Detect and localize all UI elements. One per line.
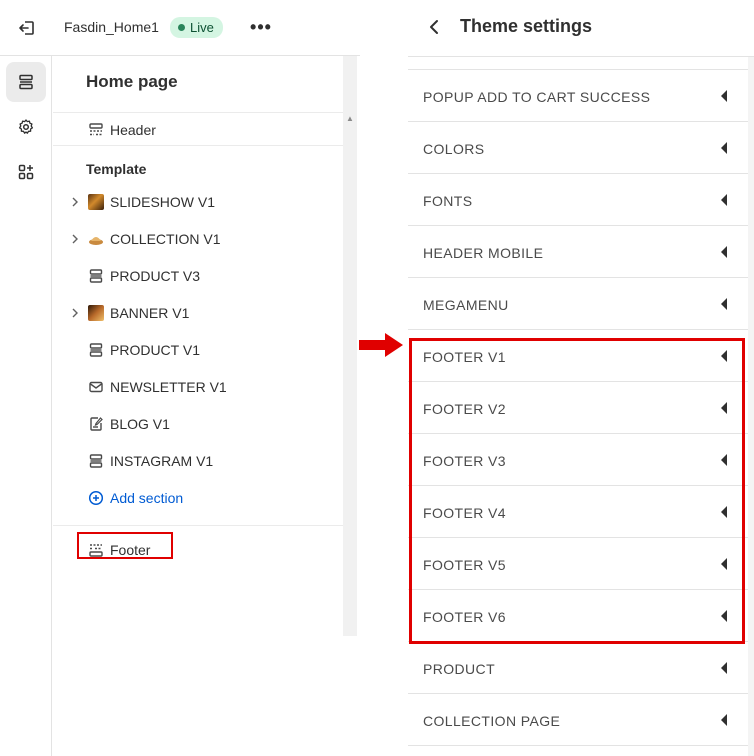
settings-item-product[interactable]: PRODUCT [408, 642, 748, 694]
chevron-right-icon[interactable] [70, 232, 80, 246]
scroll-up-icon[interactable]: ▲ [346, 114, 354, 123]
live-dot-icon [178, 24, 185, 31]
settings-item-label: POPUP ADD TO CART SUCCESS [423, 89, 651, 105]
caret-left-icon[interactable] [720, 245, 728, 259]
settings-item-label: COLLECTION PAGE [423, 713, 561, 729]
section-label: NEWSLETTER V1 [110, 379, 227, 395]
section-item-blog[interactable]: BLOG V1 [53, 407, 343, 441]
theme-editor: Fasdin_Home1 Live ••• Home page Header T… [0, 0, 360, 756]
add-section-button[interactable]: Add section [53, 481, 343, 515]
exit-button[interactable] [14, 15, 40, 41]
settings-item-popup-add-to-cart-success[interactable]: POPUP ADD TO CART SUCCESS [408, 70, 748, 122]
sections-icon [19, 74, 33, 90]
exit-icon [19, 21, 34, 35]
footer-settings-highlight-box [409, 338, 745, 644]
settings-item-megamenu[interactable]: MEGAMENU [408, 278, 748, 330]
section-label: PRODUCT V1 [110, 342, 200, 358]
theme-name[interactable]: Fasdin_Home1 [64, 19, 159, 35]
settings-item-collection-page[interactable]: COLLECTION PAGE [408, 694, 748, 746]
live-status-badge: Live [170, 17, 223, 38]
section-label: SLIDESHOW V1 [110, 194, 216, 210]
section-label: COLLECTION V1 [110, 231, 221, 247]
section-item-collection[interactable]: COLLECTION V1 [53, 222, 343, 256]
more-actions-button[interactable]: ••• [248, 14, 274, 40]
page-title: Home page [86, 72, 178, 91]
settings-item-label: HEADER MOBILE [423, 245, 544, 261]
caret-left-icon[interactable] [720, 193, 728, 207]
panel-scrollbar[interactable]: ▲ [343, 56, 357, 636]
pointer-arrow-icon [359, 333, 403, 357]
theme-settings-title: Theme settings [460, 16, 593, 36]
editor-sidebar-rail [0, 56, 52, 756]
settings-item-label: PRODUCT [423, 661, 496, 677]
settings-item-header-mobile[interactable]: HEADER MOBILE [408, 226, 748, 278]
blog-icon [87, 415, 105, 433]
section-icon [87, 341, 105, 359]
theme-settings-tab[interactable] [6, 107, 46, 147]
settings-item-label: FONTS [423, 193, 473, 209]
chevron-right-icon[interactable] [70, 306, 80, 320]
apps-icon [18, 164, 34, 180]
section-label: INSTAGRAM V1 [110, 453, 214, 469]
editor-topbar: Fasdin_Home1 Live ••• [0, 0, 360, 56]
template-heading: Template [86, 161, 147, 177]
caret-left-icon[interactable] [720, 661, 728, 675]
collection-thumbnail-icon [87, 230, 105, 248]
envelope-icon [87, 378, 105, 396]
plus-circle-icon [87, 489, 105, 507]
settings-item-colors[interactable]: COLORS [408, 122, 748, 174]
app-embeds-tab[interactable] [6, 152, 46, 192]
section-item-product-v1[interactable]: PRODUCT V1 [53, 333, 343, 367]
section-label: BANNER V1 [110, 305, 190, 321]
back-button[interactable] [422, 14, 446, 40]
section-item-product-v3[interactable]: PRODUCT V3 [53, 259, 343, 293]
divider [53, 525, 343, 526]
header-section-item[interactable]: Header [53, 113, 343, 147]
sections-tab[interactable] [6, 62, 46, 102]
settings-item-fonts[interactable]: FONTS [408, 174, 748, 226]
section-label: BLOG V1 [110, 416, 170, 432]
banner-thumbnail-icon [87, 304, 105, 322]
settings-scrollbar[interactable] [748, 57, 754, 756]
section-item-slideshow[interactable]: SLIDESHOW V1 [53, 185, 343, 219]
settings-item-label: COLORS [423, 141, 485, 157]
header-layout-icon [87, 121, 105, 139]
caret-left-icon[interactable] [720, 141, 728, 155]
gear-icon [18, 119, 34, 134]
section-icon [87, 452, 105, 470]
live-label: Live [190, 20, 214, 35]
slideshow-thumbnail-icon [87, 193, 105, 211]
chevron-right-icon[interactable] [70, 195, 80, 209]
section-item-newsletter[interactable]: NEWSLETTER V1 [53, 370, 343, 404]
section-icon [87, 267, 105, 285]
footer-highlight-box [77, 532, 173, 559]
caret-left-icon[interactable] [720, 89, 728, 103]
section-label: PRODUCT V3 [110, 268, 200, 284]
sections-panel: Home page Header Template SLIDESHOW V1 C… [53, 56, 343, 756]
section-item-banner[interactable]: BANNER V1 [53, 296, 343, 330]
caret-left-icon[interactable] [720, 297, 728, 311]
settings-item-label: MEGAMENU [423, 297, 509, 313]
section-item-instagram[interactable]: INSTAGRAM V1 [53, 444, 343, 478]
chevron-left-icon [430, 20, 438, 34]
header-group: Header [53, 112, 343, 146]
caret-left-icon[interactable] [720, 713, 728, 727]
theme-settings-header: Theme settings [408, 0, 754, 57]
header-section-label: Header [110, 122, 156, 138]
add-section-label: Add section [110, 490, 184, 506]
